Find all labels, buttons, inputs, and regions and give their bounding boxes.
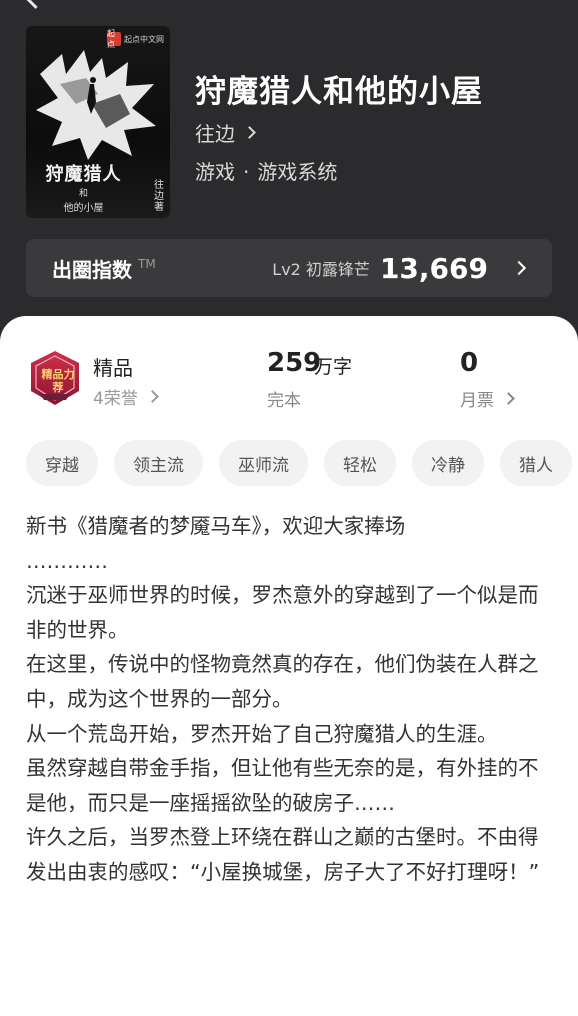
detail-sheet: 精品力荐 精品 4荣誉 259 万字 完本 0 月票 穿越 领主流 巫师流 轻松…: [0, 316, 578, 1016]
completion-status: 完本: [267, 391, 301, 411]
genre[interactable]: 游戏: [195, 160, 235, 184]
popularity-index-bar[interactable]: 出圈指数 TM Lv2 初露锋芒 13,669: [26, 239, 552, 297]
honors-link[interactable]: 4荣誉: [93, 384, 159, 409]
description-paragraph: 从一个荒岛开始，罗杰开始了自己狩魔猎人的生涯。: [26, 721, 498, 746]
cover-subtitle: 他的小屋: [63, 203, 104, 214]
badge-text: 精品力荐: [41, 368, 75, 394]
tag-chip[interactable]: 巫师流: [219, 440, 308, 486]
wolf-illustration: [36, 50, 156, 160]
book-cover[interactable]: 起点 起点中文网 狩魔猎人 和 他的小屋 往边著: [26, 26, 170, 218]
monthly-ticket-count: 0: [460, 348, 479, 378]
cover-author-credit: 往边著: [154, 180, 164, 213]
cover-title: 狩魔猎人: [45, 164, 122, 185]
chevron-right-icon: [145, 390, 159, 403]
cover-subtitle-and: 和: [78, 189, 88, 199]
word-unit: 万字: [314, 356, 353, 378]
chevron-right-icon: [511, 260, 527, 276]
chevron-right-icon: [243, 126, 256, 139]
description-paragraph: 虽然穿越自带金手指，但让他有些无奈的是，有外挂的不是他，而只是一座摇摇欲坠的破房…: [26, 756, 539, 815]
author-name: 往边: [195, 122, 235, 146]
tag-chip[interactable]: 猎人: [500, 440, 572, 486]
back-arrow-icon[interactable]: [22, 0, 49, 9]
subgenre[interactable]: 游戏系统: [257, 160, 337, 184]
description-paragraph: 许久之后，当罗杰登上环绕在群山之巅的古堡时。不由得发出由衷的感叹：“小屋换城堡，…: [26, 825, 540, 884]
genre-separator: ·: [243, 160, 250, 184]
index-label: 出圈指数: [52, 257, 132, 282]
genre-line: 游戏 · 游戏系统: [195, 156, 337, 185]
tag-chip[interactable]: 穿越: [26, 440, 98, 486]
tag-chip[interactable]: 轻松: [324, 440, 396, 486]
honors-count: 4荣誉: [93, 389, 138, 409]
monthly-ticket-link[interactable]: 月票: [460, 386, 515, 411]
publisher-name: 起点中文网: [124, 34, 164, 44]
description-paragraph: 新书《猎魔者的梦魇马车》，欢迎大家捧场: [26, 514, 406, 538]
monthly-ticket-label: 月票: [460, 391, 494, 411]
chevron-right-icon: [502, 392, 515, 405]
description-paragraph: 在这里，传说中的怪物竟然真的存在，他们伪装在人群之中，成为这个世界的一部分。: [26, 652, 539, 711]
tag-chip[interactable]: 领主流: [114, 440, 203, 486]
index-summary: Lv2 初露锋芒 13,669: [272, 251, 527, 285]
description-paragraph: …………: [26, 548, 108, 573]
index-value: 13,669: [379, 251, 488, 285]
description-paragraph: 沉迷于巫师世界的时候，罗杰意外的穿越到了一个似是而非的世界。: [26, 583, 539, 642]
book-title: 狩魔猎人和他的小屋: [195, 74, 483, 110]
book-description[interactable]: 新书《猎魔者的梦魇马车》，欢迎大家捧场 ………… 沉迷于巫师世界的时候，罗杰意外…: [26, 509, 542, 890]
index-level: Lv2 初露锋芒: [272, 260, 370, 279]
trademark-mark: TM: [138, 257, 156, 271]
quality-label: 精品: [93, 356, 133, 380]
author-link[interactable]: 往边: [195, 118, 256, 147]
tag-list: 穿越 领主流 巫师流 轻松 冷静 猎人: [26, 440, 578, 486]
tag-chip[interactable]: 冷静: [412, 440, 484, 486]
